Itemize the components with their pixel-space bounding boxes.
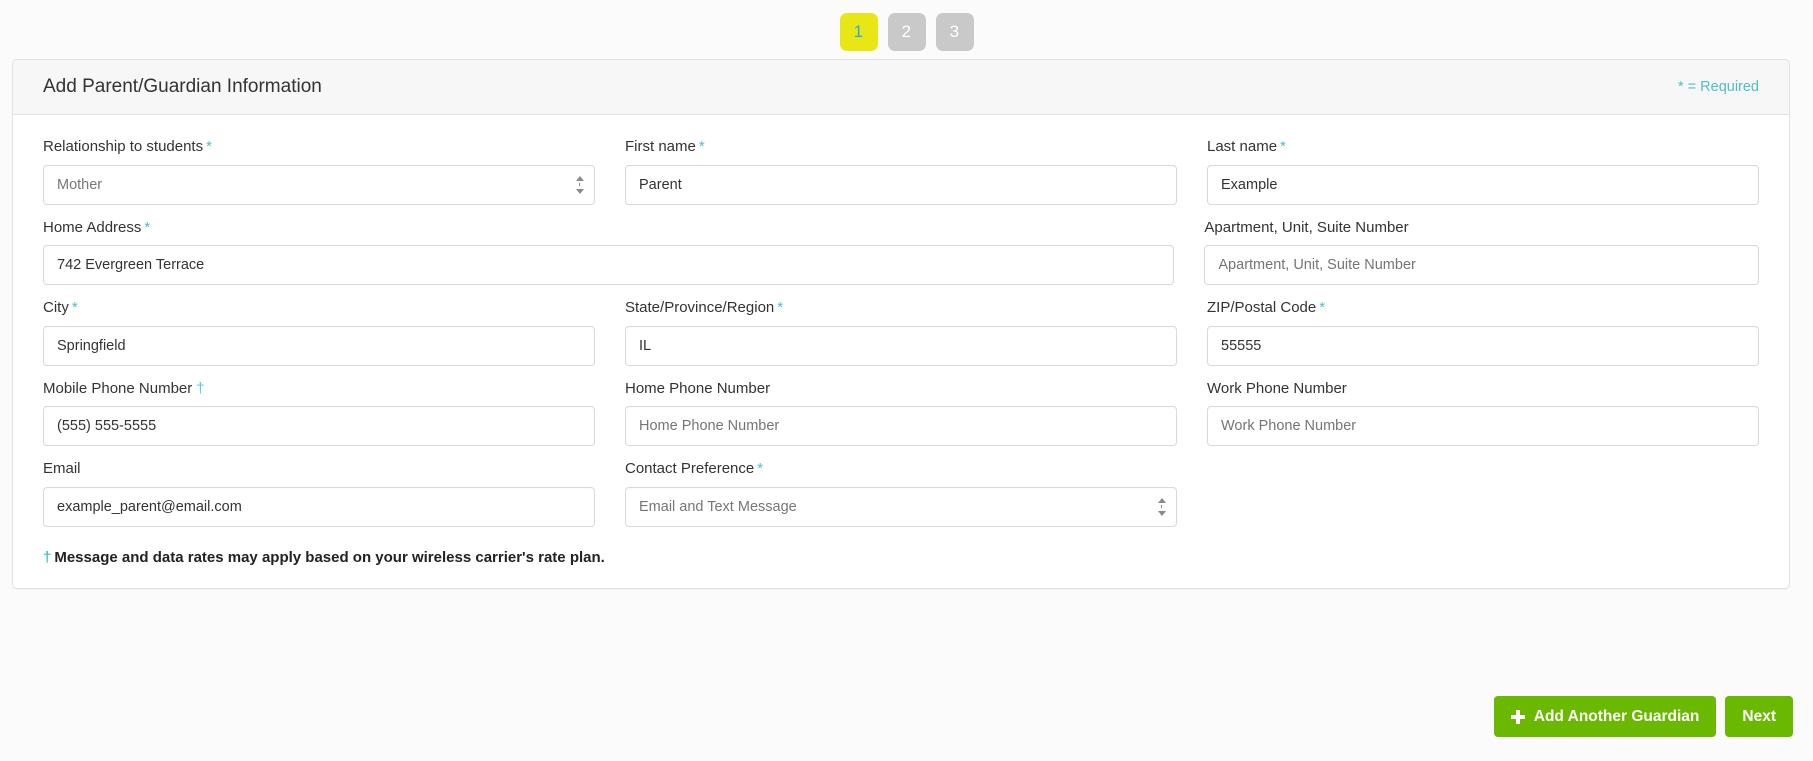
field-home-phone: Home Phone Number <box>625 379 1177 446</box>
contact-preference-select[interactable]: Email and Text Message <box>625 486 1177 527</box>
field-zip: ZIP/Postal Code * <box>1207 299 1759 366</box>
step-1-label: 1 <box>853 21 864 41</box>
zip-input[interactable] <box>1207 325 1759 366</box>
add-another-guardian-button[interactable]: Add Another Guardian <box>1493 696 1717 737</box>
plus-icon <box>1510 709 1525 724</box>
footnote: † Message and data rates may apply based … <box>43 549 1759 566</box>
city-input[interactable] <box>43 325 595 366</box>
field-home-address: Home Address * <box>43 218 1175 285</box>
relationship-select-wrap: Mother <box>43 164 595 205</box>
label-home-address-text: Home Address <box>43 218 142 236</box>
field-last-name: Last name * <box>1207 138 1759 205</box>
label-mobile-phone: Mobile Phone Number † <box>43 379 595 398</box>
next-label: Next <box>1742 707 1776 725</box>
label-work-phone: Work Phone Number <box>1207 379 1759 398</box>
field-first-name: First name * <box>625 138 1177 205</box>
footer-actions: Add Another Guardian Next <box>1493 696 1793 737</box>
first-name-input[interactable] <box>625 164 1177 205</box>
row-spacer <box>1207 461 1759 527</box>
work-phone-input[interactable] <box>1207 406 1759 446</box>
dagger-icon: † <box>196 379 205 397</box>
field-mobile-phone: Mobile Phone Number † <box>43 379 595 446</box>
footnote-text: Message and data rates may apply based o… <box>54 548 605 566</box>
label-city: City * <box>43 299 595 317</box>
field-state: State/Province/Region * <box>625 299 1177 366</box>
required-asterisk-icon: * <box>757 460 764 477</box>
label-email-text: Email <box>43 460 81 477</box>
required-asterisk-icon: * <box>144 218 151 236</box>
label-first-name-text: First name <box>625 138 696 155</box>
form-row-1: Relationship to students * Mother First n… <box>43 138 1759 205</box>
field-relationship: Relationship to students * Mother <box>43 138 595 205</box>
label-home-phone-text: Home Phone Number <box>625 379 771 397</box>
form-row-4: Mobile Phone Number† Home Phone Number W… <box>43 379 1759 446</box>
field-contact-preference: Contact Preference * Email and Text Messa… <box>625 460 1177 527</box>
step-1[interactable]: 1 <box>839 12 878 51</box>
label-last-name: Last name * <box>1207 138 1759 156</box>
field-apartment: Apartment, Unit, Suite Number <box>1204 218 1759 285</box>
parent-guardian-panel: Add Parent/Guardian Information * = Requ… <box>12 59 1790 589</box>
label-city-text: City <box>43 299 69 316</box>
relationship-select[interactable]: Mother <box>43 164 595 205</box>
label-apartment-text: Apartment, Unit, Suite Number <box>1204 218 1409 236</box>
required-legend: * = Required <box>1677 79 1759 95</box>
apartment-input[interactable] <box>1204 245 1759 285</box>
label-state-text: State/Province/Region <box>625 299 775 316</box>
mobile-phone-input[interactable] <box>43 406 595 446</box>
label-first-name: First name * <box>625 138 1177 156</box>
contact-preference-select-wrap: Email and Text Message <box>625 486 1177 527</box>
home-address-input[interactable] <box>43 245 1175 285</box>
label-zip: ZIP/Postal Code * <box>1207 299 1759 317</box>
label-home-phone: Home Phone Number <box>625 379 1177 398</box>
panel-header: Add Parent/Guardian Information * = Requ… <box>13 60 1789 115</box>
label-state: State/Province/Region * <box>625 299 1177 317</box>
label-email: Email <box>43 460 595 478</box>
label-work-phone-text: Work Phone Number <box>1207 379 1347 397</box>
step-3-label: 3 <box>949 21 960 41</box>
label-relationship-text: Relationship to students <box>43 138 204 155</box>
email-input[interactable] <box>43 486 595 527</box>
label-last-name-text: Last name <box>1207 138 1278 155</box>
home-phone-input[interactable] <box>625 406 1177 446</box>
required-asterisk-icon: * <box>777 299 784 316</box>
required-asterisk-icon: * <box>698 138 705 155</box>
step-2[interactable]: 2 <box>887 12 926 51</box>
label-relationship: Relationship to students * <box>43 138 595 156</box>
field-email: Email <box>43 460 595 527</box>
label-zip-text: ZIP/Postal Code <box>1207 299 1317 316</box>
label-mobile-phone-text: Mobile Phone Number <box>43 379 193 397</box>
label-home-address: Home Address * <box>43 218 1174 237</box>
required-asterisk-icon: * <box>71 299 78 316</box>
form-row-3: City* State/Province/Region* ZIP/Postal … <box>43 299 1759 366</box>
label-contact-preference: Contact Preference * <box>625 460 1177 478</box>
form-body: Relationship to students * Mother First n… <box>13 115 1789 588</box>
step-3[interactable]: 3 <box>935 12 974 51</box>
label-contact-preference-text: Contact Preference <box>625 460 755 477</box>
last-name-input[interactable] <box>1207 164 1759 205</box>
required-asterisk-icon: * <box>206 138 212 155</box>
form-row-5: Email Contact Preference* Email and Text… <box>43 460 1759 527</box>
next-button[interactable]: Next <box>1725 696 1793 737</box>
form-row-2: Home Address* Apartment, Unit, Suite Num… <box>43 218 1759 285</box>
add-another-guardian-label: Add Another Guardian <box>1533 707 1700 725</box>
page-title: Add Parent/Guardian Information <box>43 76 322 97</box>
step-2-label: 2 <box>901 21 912 41</box>
field-city: City * <box>43 299 595 366</box>
dagger-icon: † <box>43 548 52 566</box>
required-asterisk-icon: * <box>1319 299 1326 316</box>
label-apartment: Apartment, Unit, Suite Number <box>1204 218 1759 237</box>
field-work-phone: Work Phone Number <box>1207 379 1759 446</box>
required-asterisk-icon: * <box>1280 138 1286 155</box>
state-input[interactable] <box>625 325 1177 366</box>
step-indicator: 1 2 3 <box>0 0 1813 54</box>
